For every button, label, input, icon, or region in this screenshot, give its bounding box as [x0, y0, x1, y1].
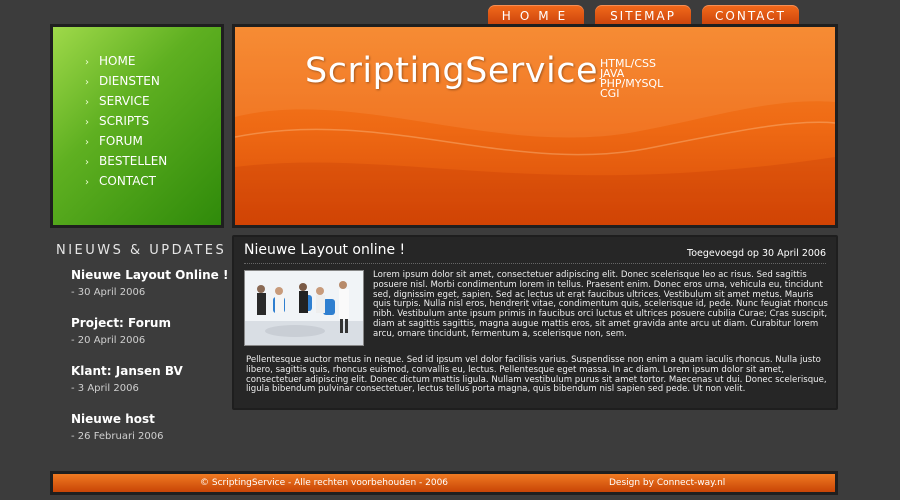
news-item-title[interactable]: Nieuwe host: [71, 412, 164, 426]
news-item-title[interactable]: Nieuwe Layout Online !: [71, 268, 228, 282]
nav-item-label: DIENSTEN: [99, 74, 160, 88]
nav-item-contact[interactable]: › CONTACT: [85, 171, 221, 191]
nav-item-bestellen[interactable]: › BESTELLEN: [85, 151, 221, 171]
skill-item: CGI: [600, 87, 620, 100]
news-item-date: - 3 April 2006: [71, 383, 139, 394]
article-paragraph: Pellentesque auctor metus in neque. Sed …: [246, 355, 827, 395]
chevron-right-icon: ›: [85, 97, 89, 108]
news-item-date: - 30 April 2006: [71, 287, 146, 298]
article-image: [244, 270, 364, 346]
article-divider: [244, 263, 826, 264]
chevron-right-icon: ›: [85, 57, 89, 68]
footer: © ScriptingService - Alle rechten voorbe…: [50, 471, 838, 495]
article-title: Nieuwe Layout online !: [244, 242, 406, 258]
business-meeting-illustration: [245, 271, 363, 345]
chevron-right-icon: ›: [85, 77, 89, 88]
nav-item-scripts[interactable]: › SCRIPTS: [85, 111, 221, 131]
news-item-date: - 26 Februari 2006: [71, 431, 164, 442]
nav-item-label: CONTACT: [99, 174, 156, 188]
site-title: ScriptingService: [305, 51, 598, 91]
nav-item-label: SCRIPTS: [99, 114, 150, 128]
news-item-title[interactable]: Klant: Jansen BV: [71, 364, 183, 378]
news-item: Nieuwe host - 26 Februari 2006: [71, 412, 164, 442]
news-item-title[interactable]: Project: Forum: [71, 316, 171, 330]
news-item-date: - 20 April 2006: [71, 335, 146, 346]
nav-item-diensten[interactable]: › DIENSTEN: [85, 71, 221, 91]
article-panel: Nieuwe Layout online ! Toegevoegd op 30 …: [232, 235, 838, 410]
nav-item-label: HOME: [99, 54, 136, 68]
footer-copyright: © ScriptingService - Alle rechten voorbe…: [200, 478, 449, 488]
chevron-right-icon: ›: [85, 157, 89, 168]
article-date: Toegevoegd op 30 April 2006: [687, 248, 826, 259]
chevron-right-icon: ›: [85, 137, 89, 148]
skills-list: HTML/CSS JAVA PHP/MYSQL CGI: [600, 58, 663, 100]
main-navigation: › HOME › DIENSTEN › SERVICE › SCRIPTS › FORUM…: [50, 24, 224, 228]
news-item: Klant: Jansen BV - 3 April 2006: [71, 364, 183, 394]
news-heading: NIEUWS & UPDATES: [56, 243, 227, 258]
chevron-right-icon: ›: [85, 177, 89, 188]
nav-item-service[interactable]: › SERVICE: [85, 91, 221, 111]
nav-item-forum[interactable]: › FORUM: [85, 131, 221, 151]
chevron-right-icon: ›: [85, 117, 89, 128]
nav-item-label: BESTELLEN: [99, 154, 168, 168]
news-item: Project: Forum - 20 April 2006: [71, 316, 171, 346]
footer-design-credit[interactable]: Design by Connect-way.nl: [609, 474, 725, 492]
article-paragraph: Lorem ipsum dolor sit amet, consectetuer…: [373, 270, 828, 339]
news-item: Nieuwe Layout Online ! - 30 April 2006: [71, 268, 228, 298]
nav-item-label: FORUM: [99, 134, 143, 148]
nav-item-home[interactable]: › HOME: [85, 51, 221, 71]
nav-item-label: SERVICE: [99, 94, 150, 108]
header-banner: ScriptingService HTML/CSS JAVA PHP/MYSQL…: [232, 24, 838, 228]
